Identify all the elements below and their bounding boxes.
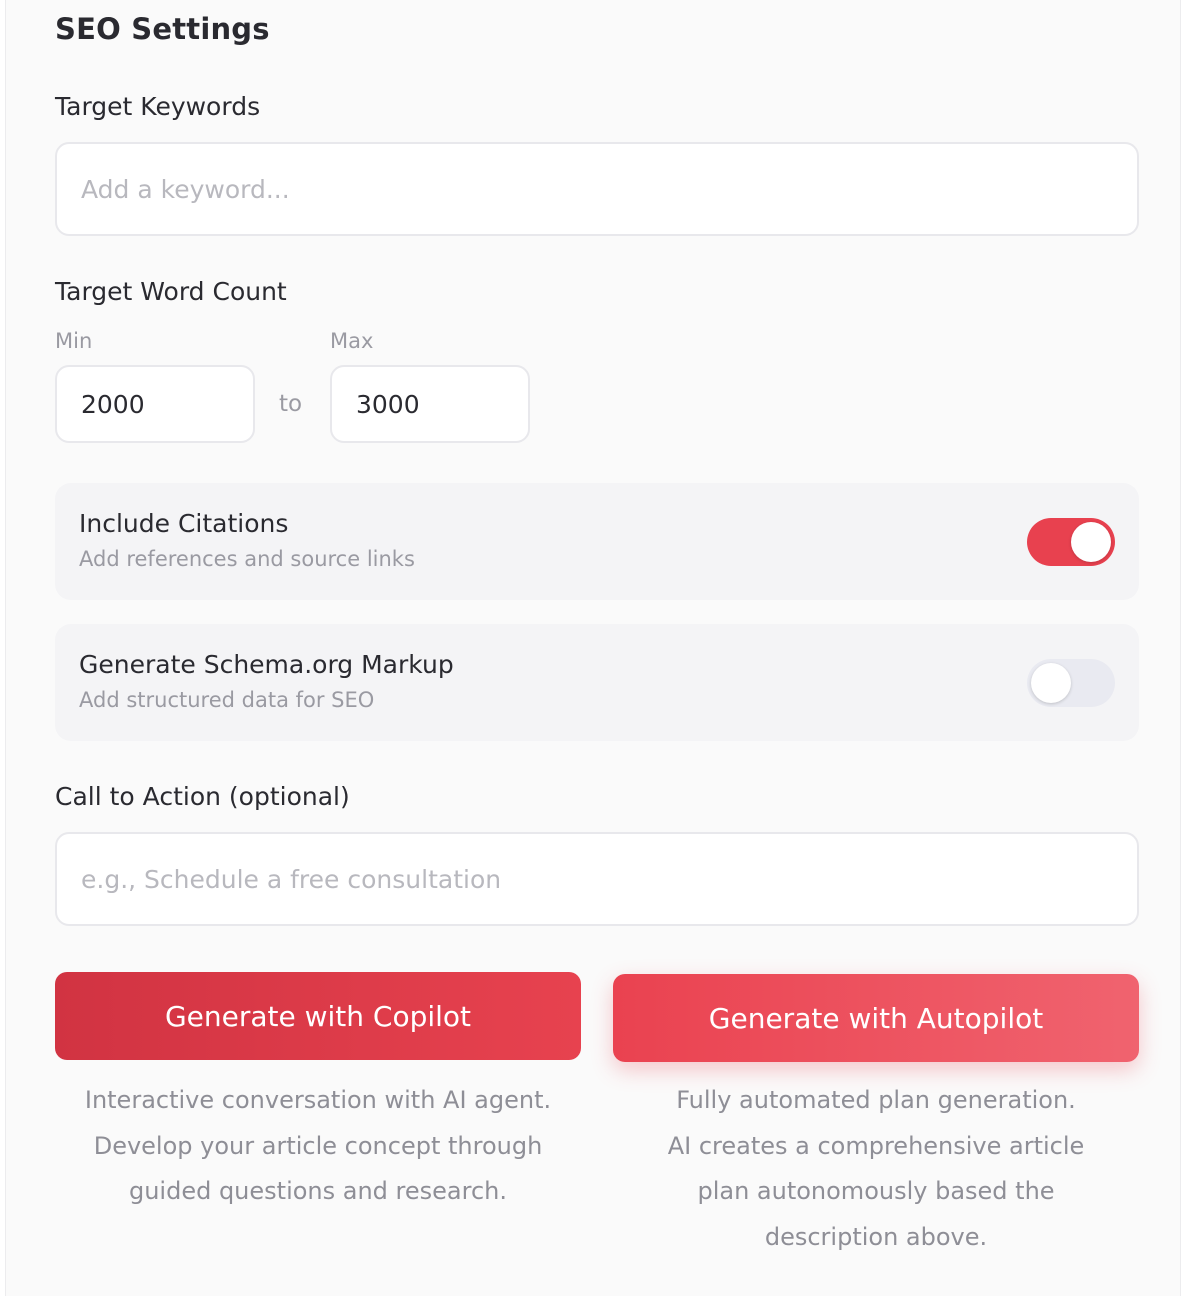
range-separator: to [279,391,303,417]
copilot-description: Interactive conversation with AI agent. … [55,1078,581,1215]
autopilot-description-line: Fully automated plan generation. [676,1086,1076,1114]
target-keywords-label: Target Keywords [55,92,261,121]
include-citations-title: Include Citations [79,509,289,538]
max-word-count-input[interactable] [330,365,530,443]
include-citations-toggle[interactable] [1027,518,1115,566]
max-label: Max [330,329,374,353]
autopilot-description-line: plan autonomously based the [697,1177,1055,1205]
min-word-count-input[interactable] [55,365,255,443]
section-title: SEO Settings [55,12,270,46]
generate-with-autopilot-button[interactable]: Generate with Autopilot [613,974,1139,1062]
schema-markup-row: Generate Schema.org Markup Add structure… [55,624,1139,741]
copilot-description-line: Interactive conversation with AI agent. [84,1086,552,1114]
autopilot-description: Fully automated plan generation. AI crea… [613,1078,1139,1260]
copilot-description-line: guided questions and research. [128,1177,508,1205]
target-keywords-input[interactable] [55,142,1139,236]
call-to-action-input[interactable] [55,832,1139,926]
include-citations-row: Include Citations Add references and sou… [55,483,1139,600]
toggle-knob [1071,522,1111,562]
toggle-knob [1031,663,1071,703]
autopilot-description-line: description above. [764,1222,988,1251]
schema-markup-title: Generate Schema.org Markup [79,650,454,679]
include-citations-description: Add references and source links [79,547,415,571]
schema-markup-description: Add structured data for SEO [79,688,375,712]
call-to-action-label: Call to Action (optional) [55,782,350,811]
target-word-count-label: Target Word Count [55,277,287,306]
autopilot-description-line: AI creates a comprehensive article [667,1131,1085,1160]
schema-markup-toggle[interactable] [1027,659,1115,707]
seo-settings-panel: SEO Settings Target Keywords Target Word… [5,0,1181,1296]
min-label: Min [55,329,93,353]
generate-with-copilot-button[interactable]: Generate with Copilot [55,972,581,1060]
copilot-description-line: Develop your article concept through [93,1131,543,1160]
